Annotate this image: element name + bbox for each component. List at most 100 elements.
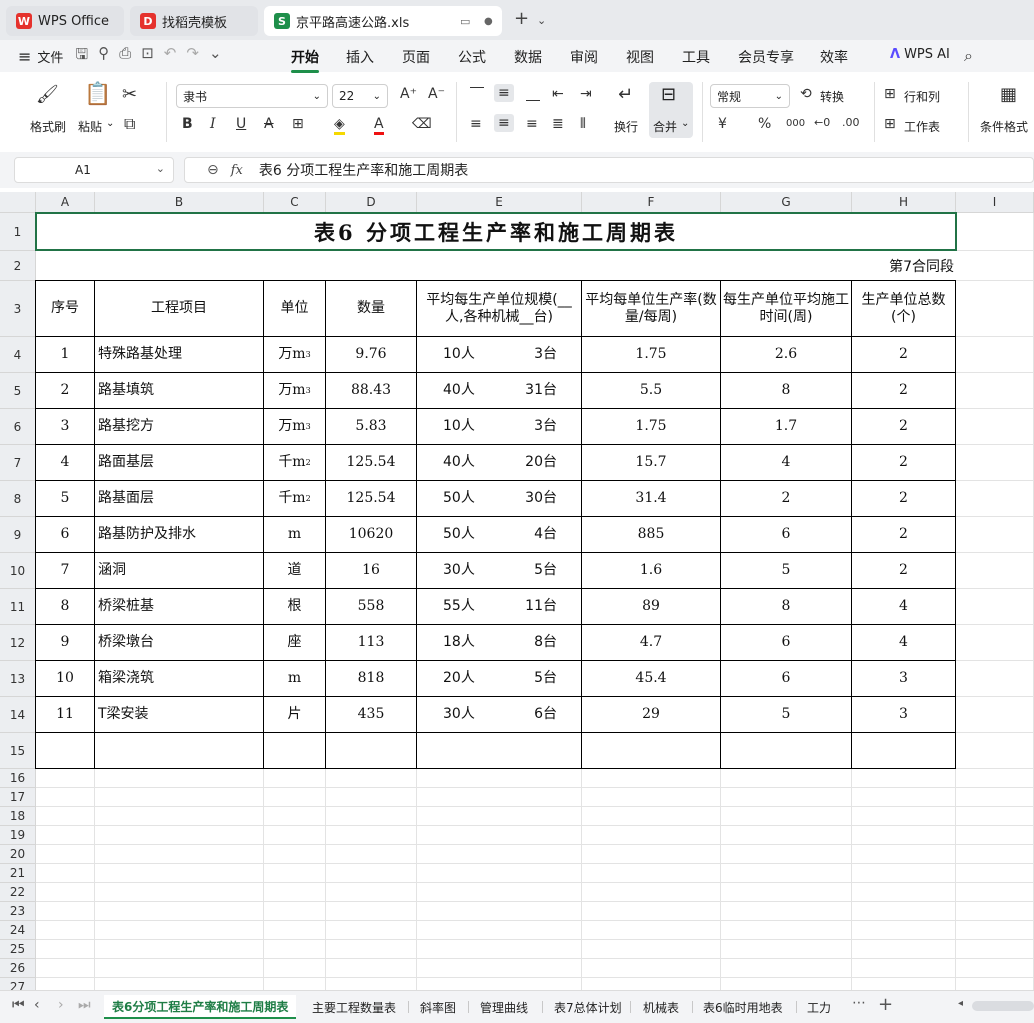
cell-time[interactable]: 8 [721,589,852,625]
sheet-tab[interactable]: 主要工程数量表 [312,995,396,1019]
menu-tools[interactable]: 工具 [682,47,710,67]
column-header-f[interactable]: F [582,192,721,213]
conditional-format-icon[interactable]: ▦ [1000,84,1017,105]
cell-count[interactable]: 2 [852,517,956,553]
column-header-a[interactable]: A [36,192,95,213]
row-header-13[interactable]: 13 [0,661,36,697]
cell-unit[interactable]: 万m 3 [264,409,326,445]
cell-unit[interactable]: 万m 3 [264,373,326,409]
align-center-icon[interactable]: ≡ [494,114,514,132]
row-col-button[interactable]: 行和列 [904,88,940,105]
paste-button[interactable]: 粘贴 [78,118,102,135]
worksheet-button[interactable]: 工作表 [904,118,940,135]
table-header-cell[interactable]: 平均每生产单位规模(__人,各种机械__台) [417,281,582,337]
convert-icon[interactable]: ⟲ [800,86,812,102]
table-header-cell[interactable]: 数量 [326,281,417,337]
scroll-left-icon[interactable]: ◂ [958,998,963,1009]
column-header-h[interactable]: H [852,192,956,213]
cell-count[interactable]: 2 [852,409,956,445]
paste-dropdown-icon[interactable]: ⌄ [106,118,114,129]
row-header-2[interactable]: 2 [0,251,36,281]
cell-time[interactable]: 1.7 [721,409,852,445]
zoom-icon[interactable]: ⊖ [207,162,219,178]
column-header-e[interactable]: E [417,192,582,213]
menu-insert[interactable]: 插入 [346,47,374,67]
empty-cell[interactable] [852,733,956,769]
cell-scale[interactable]: 50人 4台 [417,517,582,553]
cell-count[interactable]: 4 [852,589,956,625]
tab-list-icon[interactable]: ⌄ [537,14,546,27]
strikethrough-icon[interactable]: A [264,116,274,132]
empty-cell[interactable] [95,733,264,769]
undo-icon[interactable]: ↶ [164,44,177,69]
cell-time[interactable]: 6 [721,625,852,661]
cell-quantity[interactable]: 125.54 [326,445,417,481]
row-header-10[interactable]: 10 [0,553,36,589]
cell-unit[interactable]: 万m 3 [264,337,326,373]
italic-icon[interactable]: I [210,116,216,132]
row-header-22[interactable]: 22 [0,883,36,902]
row-header-19[interactable]: 19 [0,826,36,845]
increase-decimal-icon[interactable]: .00 [842,116,860,129]
column-header-i[interactable]: I [956,192,1034,213]
formula-input[interactable]: ⊖ fx 表6 分项工程生产率和施工周期表 [184,157,1034,183]
menu-view[interactable]: 视图 [626,47,654,67]
cell-no[interactable]: 9 [36,625,95,661]
row-header-6[interactable]: 6 [0,409,36,445]
cell-item[interactable]: 路基挖方 [95,409,264,445]
cell-time[interactable]: 5 [721,553,852,589]
cell-count[interactable]: 2 [852,481,956,517]
cell-no[interactable]: 3 [36,409,95,445]
menu-membership[interactable]: 会员专享 [738,47,794,67]
cell-scale[interactable]: 40人 20台 [417,445,582,481]
horizontal-scrollbar[interactable] [972,1001,1034,1011]
empty-cell[interactable] [721,733,852,769]
cell-scale[interactable]: 10人 3台 [417,337,582,373]
empty-cell[interactable] [582,733,721,769]
search-icon[interactable]: ⌕ [964,46,973,66]
format-painter-button[interactable]: 格式刷 [30,118,66,135]
row-header-9[interactable]: 9 [0,517,36,553]
menu-efficiency[interactable]: 效率 [820,47,848,67]
cell-time[interactable]: 2.6 [721,337,852,373]
name-box[interactable]: A1 ⌄ [14,157,174,183]
cell-quantity[interactable]: 818 [326,661,417,697]
table-header-cell[interactable]: 平均每单位生产率(数量/每周) [582,281,721,337]
cell-count[interactable]: 3 [852,697,956,733]
sheet-tab[interactable]: 表7总体计划 [554,995,622,1019]
increase-font-icon[interactable]: A⁺ [400,86,417,102]
justify-icon[interactable]: ≣ [552,116,564,132]
sheet-tab[interactable]: 工力 [807,995,831,1019]
cell-item[interactable]: T梁安装 [95,697,264,733]
cell-scale[interactable]: 30人 5台 [417,553,582,589]
cell-rate[interactable]: 29 [582,697,721,733]
cell-quantity[interactable]: 113 [326,625,417,661]
row-header-20[interactable]: 20 [0,845,36,864]
sheet-tab[interactable]: 斜率图 [420,995,456,1019]
first-sheet-icon[interactable]: ⏮ [12,997,25,1013]
spreadsheet-grid[interactable]: A B C D E F G H I 1 2 3 4 5 6 7 8 9 10 11 12 13 14 15 16 17 18 19 20… [0,192,1034,990]
last-sheet-icon[interactable]: ⏭ [78,997,91,1013]
add-sheet-icon[interactable]: + [878,994,893,1015]
cell-item[interactable]: 特殊路基处理 [95,337,264,373]
cell-scale[interactable]: 55人 11台 [417,589,582,625]
tab-spreadsheet[interactable]: S 京平路高速公路.xls ▭ ● [264,6,502,36]
align-middle-icon[interactable]: ≡ [494,84,514,102]
increase-indent-icon[interactable]: ⇥ [580,86,592,102]
cell-quantity[interactable]: 9.76 [326,337,417,373]
column-header-d[interactable]: D [326,192,417,213]
row-header-25[interactable]: 25 [0,940,36,959]
cell-unit[interactable]: m [264,517,326,553]
cell-scale[interactable]: 20人 5台 [417,661,582,697]
align-left-icon[interactable]: ≡ [470,116,482,132]
next-sheet-icon[interactable]: › [58,997,64,1013]
cell-item[interactable]: 路基面层 [95,481,264,517]
cell-count[interactable]: 2 [852,337,956,373]
menu-review[interactable]: 审阅 [570,47,598,67]
cell-quantity[interactable]: 5.83 [326,409,417,445]
cell-time[interactable]: 8 [721,373,852,409]
cell-time[interactable]: 4 [721,445,852,481]
cell-scale[interactable]: 50人 30台 [417,481,582,517]
cell-rate[interactable]: 1.6 [582,553,721,589]
cell-quantity[interactable]: 88.43 [326,373,417,409]
